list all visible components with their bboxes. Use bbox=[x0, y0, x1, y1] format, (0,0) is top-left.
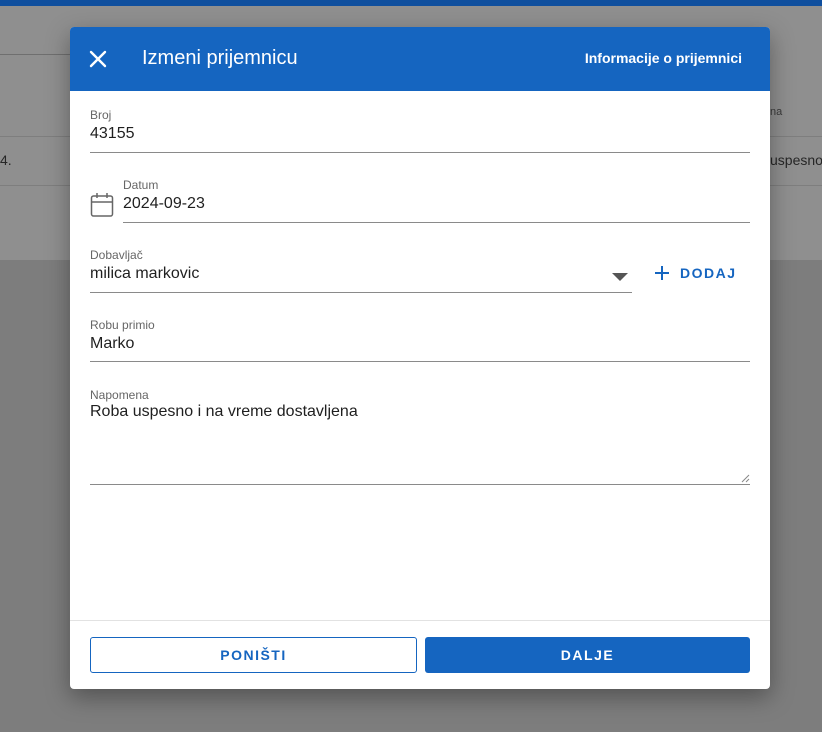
close-button[interactable] bbox=[86, 47, 110, 71]
dobavljac-value[interactable]: milica markovic bbox=[90, 265, 199, 283]
field-underline bbox=[90, 292, 632, 293]
datum-label: Datum bbox=[123, 178, 159, 192]
dobavljac-label: Dobavljač bbox=[90, 248, 143, 262]
background-row-cell-left: 4. bbox=[0, 152, 12, 168]
close-icon bbox=[89, 50, 107, 68]
receipt-info-link[interactable]: Informacije o prijemnici bbox=[585, 50, 742, 66]
background-header-cell-right: na bbox=[770, 106, 783, 118]
broj-value[interactable]: 43155 bbox=[90, 125, 135, 143]
napomena-textarea[interactable]: Napomena Roba uspesno i na vreme dostavl… bbox=[90, 388, 750, 485]
field-underline bbox=[123, 222, 750, 223]
datum-value[interactable]: 2024-09-23 bbox=[123, 195, 205, 213]
robu-primio-value[interactable]: Marko bbox=[90, 335, 134, 353]
edit-receipt-dialog: Izmeni prijemnicu Informacije o prijemni… bbox=[70, 27, 770, 689]
field-underline bbox=[90, 361, 750, 362]
robu-primio-field[interactable]: Robu primio Marko bbox=[90, 318, 750, 362]
dialog-header: Izmeni prijemnicu Informacije o prijemni… bbox=[70, 27, 770, 91]
chevron-down-icon[interactable] bbox=[612, 273, 628, 281]
footer-divider bbox=[70, 620, 770, 621]
broj-field[interactable]: Broj 43155 bbox=[90, 108, 750, 153]
broj-label: Broj bbox=[90, 108, 112, 122]
datum-field[interactable]: Datum 2024-09-23 bbox=[123, 178, 750, 223]
background-row-cell-right: uspesno i bbox=[770, 152, 822, 168]
divider bbox=[0, 54, 70, 55]
resize-handle-icon[interactable] bbox=[741, 474, 750, 483]
napomena-value[interactable]: Roba uspesno i na vreme dostavljena bbox=[90, 403, 358, 421]
napomena-label: Napomena bbox=[90, 388, 149, 402]
add-supplier-button[interactable]: DODAJ bbox=[654, 263, 737, 283]
calendar-icon[interactable] bbox=[90, 192, 114, 218]
dobavljac-select[interactable]: Dobavljač milica markovic bbox=[90, 248, 632, 293]
robu-primio-label: Robu primio bbox=[90, 318, 155, 332]
field-underline bbox=[90, 484, 750, 485]
plus-icon bbox=[655, 266, 669, 280]
field-underline bbox=[90, 152, 750, 153]
next-button[interactable]: DALJE bbox=[425, 637, 750, 673]
cancel-button[interactable]: PONIŠTI bbox=[90, 637, 417, 673]
dialog-title: Izmeni prijemnicu bbox=[142, 47, 298, 69]
add-supplier-label: DODAJ bbox=[680, 265, 737, 281]
